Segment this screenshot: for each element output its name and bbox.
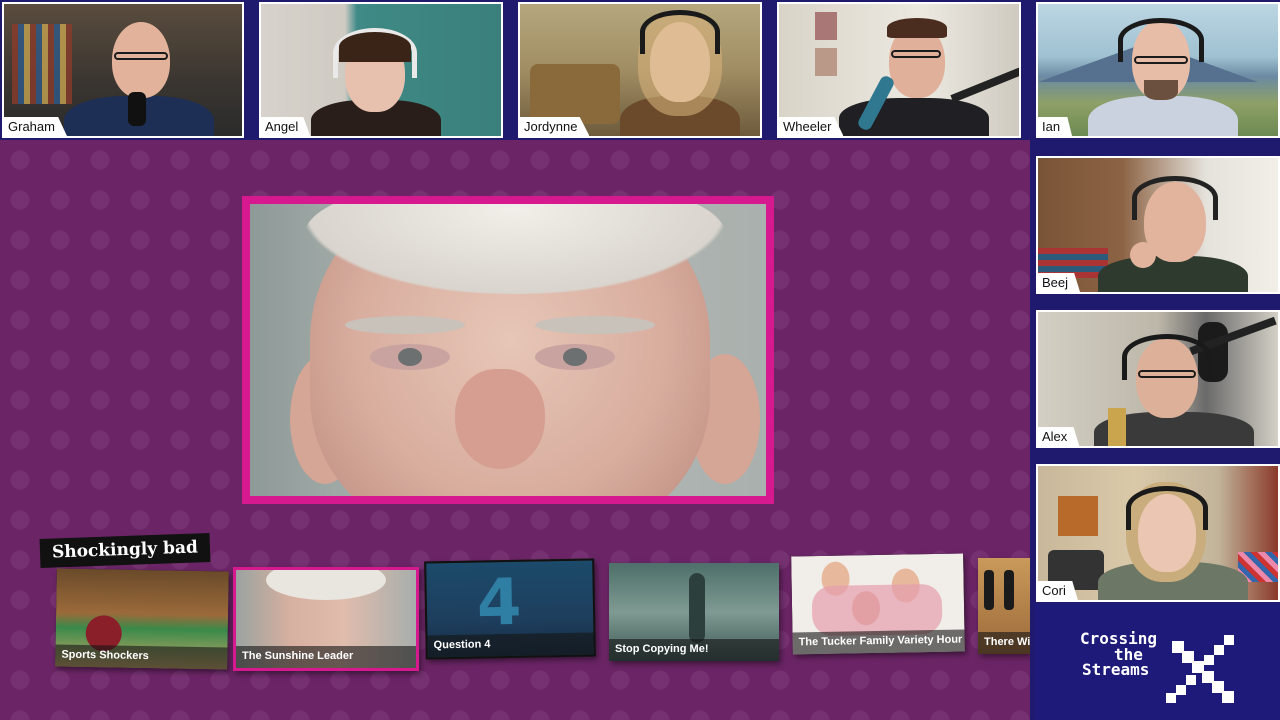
game-board: Shockingly bad Sports Shockers The Sunsh… [0, 140, 1030, 720]
webcam-cori: Cori [1036, 464, 1280, 602]
carousel-card-stop-copying-me[interactable]: Stop Copying Me! [609, 563, 779, 661]
carousel-card-sunshine-leader[interactable]: The Sunshine Leader [233, 567, 419, 671]
carousel-card-there-will[interactable]: There Will [978, 558, 1030, 654]
stream-layout: Graham Angel Jordynne Wheeler Ian Beej A… [0, 0, 1280, 720]
webcam-graham: Graham [2, 2, 244, 138]
webcam-wheeler: Wheeler [777, 2, 1021, 138]
nametag-alex: Alex [1038, 427, 1080, 446]
webcam-ian: Ian [1036, 2, 1280, 138]
show-logo: Crossing the Streams [1034, 603, 1280, 720]
card-title: Sports Shockers [55, 644, 228, 670]
nametag-wheeler: Wheeler [779, 117, 844, 136]
featured-image [242, 196, 774, 504]
category-label: Shockingly bad [39, 533, 211, 568]
webcam-beej: Beej [1036, 156, 1280, 294]
card-title: There Will [978, 632, 1030, 654]
webcam-alex: Alex [1036, 310, 1280, 448]
carousel-card-question-4[interactable]: 4 Question 4 [424, 558, 596, 660]
nametag-beej: Beej [1038, 273, 1081, 292]
card-title: The Sunshine Leader [236, 646, 416, 668]
nametag-angel: Angel [261, 117, 311, 136]
nametag-graham: Graham [4, 117, 67, 136]
carousel-card-tucker-family[interactable]: The Tucker Family Variety Hour [791, 553, 965, 655]
nametag-ian: Ian [1038, 117, 1073, 136]
carousel-card-sports-shockers[interactable]: Sports Shockers [55, 568, 229, 670]
card-title: Stop Copying Me! [609, 639, 779, 661]
card-title: The Tucker Family Variety Hour [792, 629, 965, 655]
webcam-jordynne: Jordynne [518, 2, 762, 138]
crossed-swords-icon [1166, 635, 1234, 703]
logo-line-3: Streams [1082, 660, 1150, 679]
webcam-angel: Angel [259, 2, 503, 138]
card-title: Question 4 [427, 632, 594, 658]
nametag-jordynne: Jordynne [520, 117, 590, 136]
question-number: 4 [476, 565, 523, 641]
nametag-cori: Cori [1038, 581, 1078, 600]
